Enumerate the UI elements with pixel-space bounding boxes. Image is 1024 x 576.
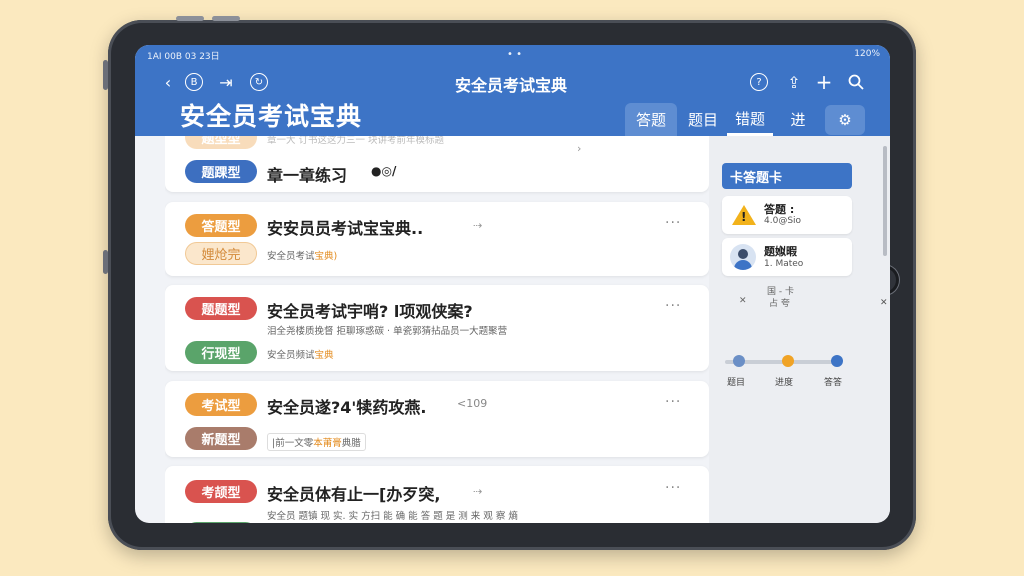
side-button-upper bbox=[103, 60, 108, 90]
status-battery: 120% bbox=[854, 49, 880, 59]
item-subtitle: 安全员考试宝典) bbox=[267, 251, 338, 262]
type-tag: 考试型 bbox=[185, 393, 257, 416]
top-button-left bbox=[176, 16, 204, 21]
alert-value: 4.0@Sio bbox=[764, 216, 802, 226]
list-item[interactable]: 题题型 安全员考试宇哨? l项观侠案? ··· 泪全尧楼质挽督 拒聊琢惑碳 · … bbox=[165, 285, 709, 371]
more-icon[interactable]: ··· bbox=[665, 480, 681, 496]
answer-sheet-button[interactable]: 卡答题卡 bbox=[722, 163, 852, 189]
side-button-lower bbox=[103, 250, 108, 274]
progress-dot-end[interactable] bbox=[831, 355, 843, 367]
progress-label: 题目 bbox=[727, 378, 746, 388]
chevron-right-icon: › bbox=[577, 142, 582, 155]
arrow-right-icon: ⇢ bbox=[473, 485, 483, 498]
item-title: 安全员体有止一[办歹突, bbox=[267, 485, 441, 504]
question-list: 题型型 章一大 订书这这力三一 块讲考前年模标题 题踝型 章一章练习 ●◎/ ·… bbox=[165, 136, 709, 523]
progress-dot-start[interactable] bbox=[733, 355, 745, 367]
type-tag: 娌炝完 bbox=[185, 242, 257, 265]
type-tag: 行现型 bbox=[185, 341, 257, 364]
page-title: 安全员考试宝典 bbox=[180, 102, 363, 131]
progress-label: 进度 bbox=[775, 378, 794, 388]
progress-label: 答答 bbox=[824, 378, 843, 388]
type-tag: 答题型 bbox=[185, 214, 257, 237]
item-source: 安全员频试宝典 bbox=[267, 350, 334, 361]
avatar bbox=[730, 244, 756, 270]
item-subtitle: 章一大 订书这这力三一 块讲考前年模标题 bbox=[267, 136, 445, 146]
user-value: 1. Mateo bbox=[764, 259, 804, 269]
user-card[interactable]: 题娰暇 1. Mateo bbox=[722, 238, 852, 276]
tab-progress[interactable]: 进 bbox=[777, 103, 819, 136]
alert-card[interactable]: 答题 : 4.0@Sio bbox=[722, 196, 852, 234]
top-button-right bbox=[212, 16, 240, 21]
more-icon[interactable]: ··· bbox=[665, 298, 681, 314]
forward-icon[interactable]: ⇥ bbox=[215, 71, 237, 93]
item-title: 安安员员考试宝宝典.. bbox=[267, 219, 424, 238]
item-title: 安全员考试宇哨? l项观侠案? bbox=[267, 302, 473, 321]
alert-title: 答题 : bbox=[764, 203, 795, 216]
status-time: 1AI 00B 03 23日 bbox=[147, 52, 220, 62]
more-icon[interactable]: ··· bbox=[665, 136, 681, 142]
type-tag bbox=[185, 522, 257, 523]
type-tag: 题题型 bbox=[185, 297, 257, 320]
list-item[interactable]: 考颉型 安全员体有止一[办歹突, ⇢ ··· 安全员 题镇 现 实. 实 方扫 … bbox=[165, 466, 709, 523]
nav-title: 安全员考试宝典 bbox=[455, 76, 568, 95]
settings-icon[interactable]: ⚙ bbox=[825, 105, 865, 135]
scrollbar[interactable] bbox=[883, 146, 887, 256]
list-item[interactable]: 答题型 安安员员考试宝宝典.. ⇢ ··· 娌炝完 安全员考试宝典) bbox=[165, 202, 709, 276]
app-screen: 1AI 00B 03 23日 • • 120% ‹ B ⇥ ↻ 安全员考试宝典 … bbox=[135, 45, 890, 523]
user-name: 题娰暇 bbox=[764, 245, 797, 258]
item-subtitle: 安全员 题镇 现 实. 实 方扫 能 确 能 答 题 是 测 来 观 察 熵 bbox=[267, 511, 518, 522]
answer-sheet-panel: 卡答题卡 答题 : 4.0@Sio 题娰暇 1. Mateo 国 - 卡 ✕ 占… bbox=[709, 136, 890, 523]
list-item[interactable]: 考试型 安全员遂?4'犊药攻燕. <109 ··· 新题型 |前一文零本莆膏典腊 bbox=[165, 381, 709, 457]
back-icon[interactable]: ‹ bbox=[157, 71, 179, 93]
tab-questions[interactable]: 题目 bbox=[681, 103, 725, 136]
notch-dots: • • bbox=[507, 49, 522, 60]
item-title: 安全员遂?4'犊药攻燕. bbox=[267, 398, 427, 417]
refresh-icon[interactable]: ↻ bbox=[250, 73, 268, 91]
b-circle-icon[interactable]: B bbox=[185, 73, 203, 91]
item-count: <109 bbox=[457, 397, 488, 410]
item-source: |前一文零本莆膏典腊 bbox=[267, 433, 366, 451]
list-item[interactable]: 题型型 章一大 订书这这力三一 块讲考前年模标题 题踝型 章一章练习 ●◎/ ·… bbox=[165, 136, 709, 192]
item-title: 章一章练习 bbox=[267, 166, 348, 185]
type-tag: 考颉型 bbox=[185, 480, 257, 503]
warning-icon bbox=[732, 205, 756, 225]
more-icon[interactable]: ··· bbox=[665, 394, 681, 410]
close-icon[interactable]: ✕ bbox=[739, 296, 747, 306]
close-icon[interactable]: ✕ bbox=[880, 298, 888, 308]
more-icon[interactable]: ··· bbox=[665, 215, 681, 231]
share-icon[interactable]: ⇪ bbox=[783, 71, 805, 93]
item-extra: ●◎/ bbox=[371, 164, 397, 178]
type-tag: 题踝型 bbox=[185, 160, 257, 183]
type-tag: 题型型 bbox=[185, 136, 257, 149]
plus-icon[interactable]: + bbox=[813, 70, 835, 94]
tab-wrong[interactable]: 错题 bbox=[727, 103, 773, 136]
app-header: 1AI 00B 03 23日 • • 120% ‹ B ⇥ ↻ 安全员考试宝典 … bbox=[135, 45, 890, 136]
hint-line: 占 夸 bbox=[769, 299, 790, 309]
type-tag: 新题型 bbox=[185, 427, 257, 450]
help-icon[interactable]: ? bbox=[750, 73, 768, 91]
arrow-right-icon: ⇢ bbox=[473, 219, 483, 232]
item-subtitle: 泪全尧楼质挽督 拒聊琢惑碳 · 单瓷郭猜拈品员一大题聚营 bbox=[267, 326, 508, 337]
progress-dot-mid[interactable] bbox=[782, 355, 794, 367]
search-icon[interactable] bbox=[845, 71, 867, 93]
tab-answer[interactable]: 答题 bbox=[625, 103, 677, 136]
